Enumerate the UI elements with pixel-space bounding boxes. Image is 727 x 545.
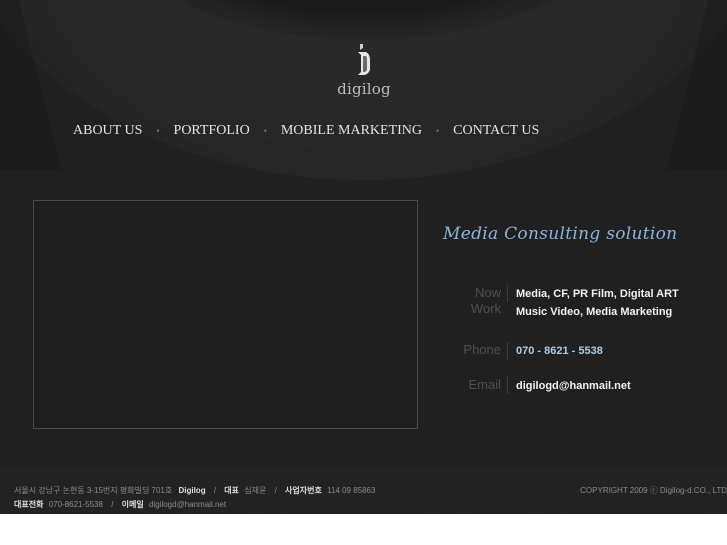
main-nav: ABOUT US • PORTFOLIO • MOBILE MARKETING … xyxy=(73,121,539,141)
now-work-value: Media, CF, PR Film, Digital ART Music Vi… xyxy=(508,285,679,321)
footer-biz-no-label: 사업자번호 xyxy=(285,486,322,495)
nav-about-us[interactable]: ABOUT US xyxy=(73,123,142,139)
footer-biz-no: 114 09 85863 xyxy=(327,486,376,495)
now-work-label: Now Work xyxy=(443,285,508,316)
footer-separator: / xyxy=(111,500,114,509)
footer-company-line: 서울시 강남구 논현동 3-15번지 평화빌딩 701호 Digilog / 대… xyxy=(14,485,375,496)
footer-contact-line: 대표전화 070-8621-5538 / 이메일 digilogd@hanmai… xyxy=(14,499,226,510)
now-work-row: Now Work Media, CF, PR Film, Digital ART… xyxy=(443,285,679,321)
footer-email-label: 이메일 xyxy=(121,500,144,509)
footer-phone-label: 대표전화 xyxy=(14,500,44,509)
footer-ceo-name: 심재윤 xyxy=(244,486,267,495)
footer-phone: 070-8621-5538 xyxy=(48,500,103,509)
tagline: Media Consulting solution xyxy=(443,224,678,244)
phone-value: 070 - 8621 - 5538 xyxy=(516,345,603,357)
nav-separator: • xyxy=(156,126,160,136)
digilog-logo-icon xyxy=(358,44,370,75)
email-label: Email xyxy=(443,377,508,394)
phone-row: Phone 070 - 8621 - 5538 xyxy=(443,342,603,360)
nav-contact-us[interactable]: CONTACT US xyxy=(453,123,539,139)
logo[interactable]: digilog xyxy=(333,44,395,98)
footer: 서울시 강남구 논현동 3-15번지 평화빌딩 701호 Digilog / 대… xyxy=(0,466,727,514)
email-row: Email digilogd@hanmail.net xyxy=(443,377,631,395)
logo-text: digilog xyxy=(337,80,391,98)
footer-ceo-label: 대표 xyxy=(224,486,240,495)
footer-address: 서울시 강남구 논현동 3-15번지 평화빌딩 701호 xyxy=(14,486,173,495)
footer-separator: / xyxy=(274,486,277,495)
footer-separator: / xyxy=(213,486,217,495)
media-frame[interactable] xyxy=(33,200,418,429)
now-work-line-1: Media, CF, PR Film, Digital ART xyxy=(516,288,679,300)
nav-separator: • xyxy=(436,126,440,136)
nav-mobile-marketing[interactable]: MOBILE MARKETING xyxy=(281,123,422,139)
now-work-line-2: Music Video, Media Marketing xyxy=(516,306,673,318)
footer-email[interactable]: digilogd@hanmail.net xyxy=(149,500,226,509)
page: digilog ABOUT US • PORTFOLIO • MOBILE MA… xyxy=(0,0,727,514)
footer-company: Digilog xyxy=(178,486,206,495)
footer-copyright: COPYRIGHT 2009 ⓒ Digilog-d.CO., LTD xyxy=(580,486,727,495)
nav-separator: • xyxy=(263,126,267,136)
nav-portfolio[interactable]: PORTFOLIO xyxy=(174,123,250,139)
email-value[interactable]: digilogd@hanmail.net xyxy=(508,377,631,395)
phone-label: Phone xyxy=(443,342,508,359)
